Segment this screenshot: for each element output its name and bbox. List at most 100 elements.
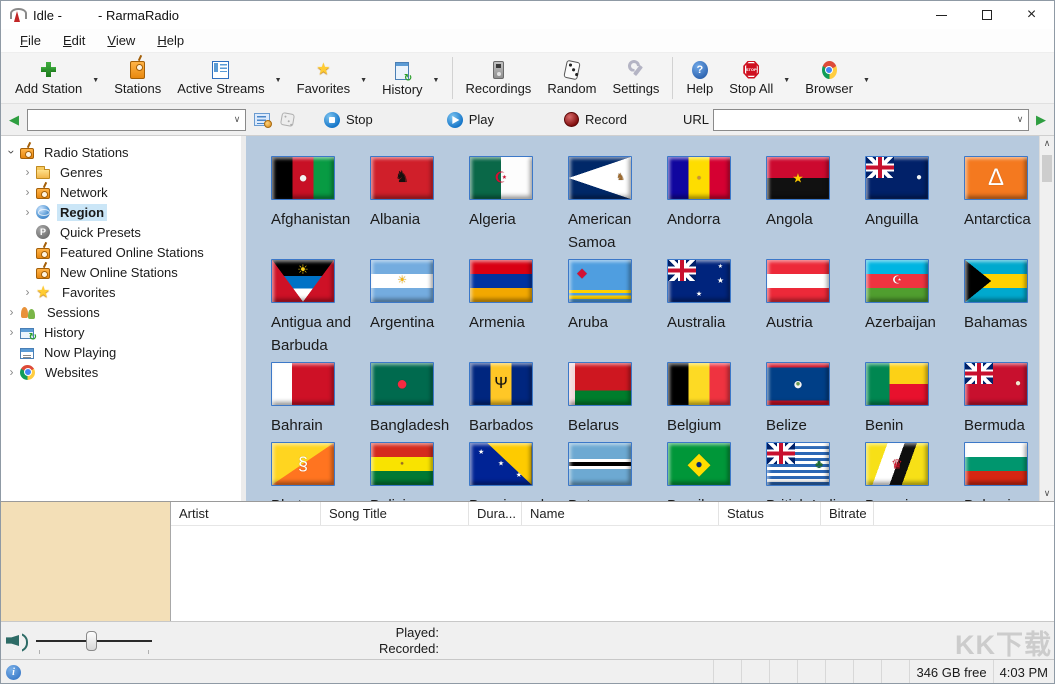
- stop-all-button[interactable]: Stop All: [721, 58, 781, 99]
- sidebar-item-now-playing[interactable]: Now Playing: [1, 342, 241, 362]
- country-item-albania[interactable]: ♞Albania: [357, 156, 456, 254]
- active-streams-button[interactable]: Active Streams: [169, 58, 272, 99]
- record-button[interactable]: Record: [564, 112, 627, 127]
- sidebar-item-history[interactable]: History: [1, 322, 241, 342]
- expander-collapsed-icon[interactable]: [21, 166, 34, 178]
- country-item-bulgaria[interactable]: Bulgaria: [951, 442, 1039, 501]
- help-button[interactable]: Help: [678, 58, 721, 99]
- country-item-angola[interactable]: ★Angola: [753, 156, 852, 254]
- scroll-down-icon[interactable]: ∨: [1040, 486, 1054, 501]
- sidebar-item-featured-online-stations[interactable]: Featured Online Stations: [1, 242, 241, 262]
- country-item-bolivia[interactable]: ●Bolivia: [357, 442, 456, 501]
- expander-collapsed-icon[interactable]: [5, 366, 18, 378]
- station-details-icon[interactable]: [254, 113, 270, 126]
- country-item-azerbaijan[interactable]: ☪Azerbaijan: [852, 259, 951, 357]
- country-item-bhutan[interactable]: §Bhutan: [258, 442, 357, 501]
- play-button[interactable]: Play: [447, 112, 494, 128]
- country-item-belarus[interactable]: Belarus: [555, 362, 654, 437]
- close-button[interactable]: ×: [1009, 1, 1054, 29]
- history-dropdown-icon[interactable]: [433, 69, 445, 87]
- go-icon[interactable]: [1034, 112, 1048, 128]
- browser-dropdown-icon[interactable]: [863, 69, 875, 87]
- country-item-brunei[interactable]: ♛Brunei: [852, 442, 951, 501]
- expander-collapsed-icon[interactable]: [21, 206, 34, 218]
- menu-edit[interactable]: Edit: [52, 30, 96, 51]
- station-combo[interactable]: [27, 109, 246, 131]
- country-item-american-samoa[interactable]: ♞American Samoa: [555, 156, 654, 254]
- active-streams-dropdown-icon[interactable]: [275, 69, 287, 87]
- country-item-bahamas[interactable]: Bahamas: [951, 259, 1039, 357]
- station-combo-arrow[interactable]: [229, 114, 245, 125]
- url-input[interactable]: [713, 109, 1029, 131]
- minimize-button[interactable]: [919, 1, 964, 29]
- country-item-british-indian-ocean-territory[interactable]: ♣British Indian Ocean Territory: [753, 442, 852, 501]
- random-button[interactable]: Random: [539, 58, 604, 99]
- expander-collapsed-icon[interactable]: [21, 286, 34, 298]
- sidebar-item-radio-stations[interactable]: Radio Stations: [1, 142, 241, 162]
- sidebar-item-region[interactable]: Region: [1, 202, 241, 222]
- country-item-andorra[interactable]: ●Andorra: [654, 156, 753, 254]
- column-header-dura[interactable]: Dura...: [469, 502, 522, 525]
- expander-collapsed-icon[interactable]: [21, 186, 34, 198]
- column-header-artist[interactable]: Artist: [171, 502, 321, 525]
- country-item-bangladesh[interactable]: ●Bangladesh: [357, 362, 456, 437]
- sidebar-item-websites[interactable]: Websites: [1, 362, 241, 382]
- expander-expanded-icon[interactable]: [6, 146, 18, 159]
- country-item-antarctica[interactable]: ΔAntarctica: [951, 156, 1039, 254]
- sidebar-item-new-online-stations[interactable]: New Online Stations: [1, 262, 241, 282]
- country-item-antigua-and-barbuda[interactable]: ☀Antigua and Barbuda: [258, 259, 357, 357]
- url-combo-arrow[interactable]: [1012, 114, 1028, 125]
- info-icon[interactable]: [6, 665, 21, 680]
- country-item-benin[interactable]: Benin: [852, 362, 951, 437]
- country-item-belize[interactable]: ●●Belize: [753, 362, 852, 437]
- maximize-button[interactable]: [964, 1, 1009, 29]
- menu-view[interactable]: View: [96, 30, 146, 51]
- sidebar-item-quick-presets[interactable]: Quick Presets: [1, 222, 241, 242]
- column-header-name[interactable]: Name: [522, 502, 719, 525]
- column-header-song-title[interactable]: Song Title: [321, 502, 469, 525]
- country-item-bosnia-and-herzegovina[interactable]: ★★★Bosnia and Herzegovina: [456, 442, 555, 501]
- country-item-algeria[interactable]: ☪Algeria: [456, 156, 555, 254]
- speaker-icon[interactable]: [6, 632, 30, 650]
- expander-collapsed-icon[interactable]: [5, 326, 18, 338]
- country-item-anguilla[interactable]: ●Anguilla: [852, 156, 951, 254]
- history-button[interactable]: History: [374, 57, 430, 100]
- country-item-afghanistan[interactable]: ●Afghanistan: [258, 156, 357, 254]
- sidebar-item-favorites[interactable]: Favorites: [1, 282, 241, 302]
- stop-button[interactable]: Stop: [324, 112, 373, 128]
- country-item-barbados[interactable]: ΨBarbados: [456, 362, 555, 437]
- expander-collapsed-icon[interactable]: [5, 306, 18, 318]
- recordings-button[interactable]: Recordings: [458, 58, 540, 99]
- column-header-bitrate[interactable]: Bitrate: [821, 502, 874, 525]
- back-icon[interactable]: [7, 112, 21, 128]
- add-station-button[interactable]: Add Station: [7, 58, 90, 99]
- country-item-armenia[interactable]: Armenia: [456, 259, 555, 357]
- country-item-brazil[interactable]: ◆●Brazil: [654, 442, 753, 501]
- country-item-botswana[interactable]: Botswana: [555, 442, 654, 501]
- country-item-bahrain[interactable]: Bahrain: [258, 362, 357, 437]
- country-item-austria[interactable]: Austria: [753, 259, 852, 357]
- volume-slider[interactable]: [36, 630, 152, 652]
- country-item-aruba[interactable]: ◆Aruba: [555, 259, 654, 357]
- scroll-up-icon[interactable]: ∧: [1040, 136, 1054, 151]
- country-item-australia[interactable]: ★★★Australia: [654, 259, 753, 357]
- sidebar-item-genres[interactable]: Genres: [1, 162, 241, 182]
- country-item-bermuda[interactable]: ●Bermuda: [951, 362, 1039, 437]
- menu-file[interactable]: File: [9, 30, 52, 51]
- volume-slider-thumb[interactable]: [86, 631, 97, 651]
- country-item-argentina[interactable]: ☀Argentina: [357, 259, 456, 357]
- stations-button[interactable]: Stations: [106, 58, 169, 99]
- stop-all-dropdown-icon[interactable]: [783, 69, 795, 87]
- regions-scrollbar[interactable]: ∧ ∨: [1039, 136, 1054, 501]
- settings-button[interactable]: Settings: [604, 58, 667, 99]
- favorites-dropdown-icon[interactable]: [360, 69, 372, 87]
- favorites-button[interactable]: Favorites: [289, 58, 358, 99]
- menu-help[interactable]: Help: [146, 30, 195, 51]
- column-header-status[interactable]: Status: [719, 502, 821, 525]
- browser-button[interactable]: Browser: [797, 58, 861, 99]
- add-station-dropdown-icon[interactable]: [92, 69, 104, 87]
- sidebar-item-network[interactable]: Network: [1, 182, 241, 202]
- country-item-belgium[interactable]: Belgium: [654, 362, 753, 437]
- sidebar-item-sessions[interactable]: Sessions: [1, 302, 241, 322]
- scroll-thumb[interactable]: [1042, 155, 1052, 182]
